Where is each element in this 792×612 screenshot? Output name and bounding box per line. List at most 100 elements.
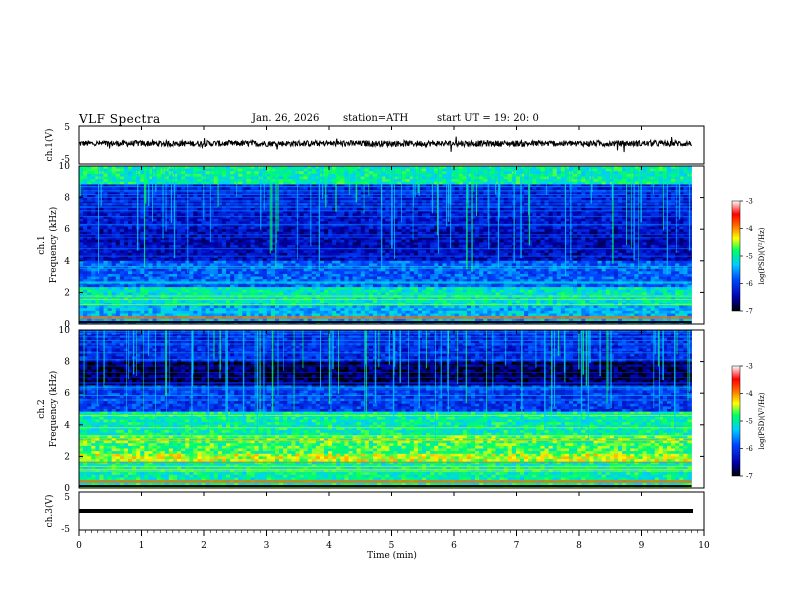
spectrogram-cell bbox=[552, 171, 558, 175]
spectrogram-cell bbox=[356, 239, 362, 243]
spectrogram-cell bbox=[593, 213, 598, 217]
spectrogram-cell bbox=[556, 181, 562, 185]
spectrogram-cell bbox=[189, 213, 194, 217]
spectrogram-cell bbox=[601, 239, 607, 243]
spectrogram-cell bbox=[254, 213, 260, 217]
spectrogram-cell bbox=[605, 187, 611, 191]
spectrogram-cell bbox=[189, 245, 194, 249]
spectrogram-cell bbox=[671, 245, 676, 249]
spectrogram-cell bbox=[377, 171, 382, 175]
spectrogram-cell bbox=[373, 221, 378, 225]
spectrogram-cell bbox=[368, 179, 374, 183]
spectrogram-cell bbox=[401, 181, 407, 185]
spectrogram-cell bbox=[528, 250, 533, 254]
spectrogram-cell bbox=[123, 197, 129, 201]
spectrogram-cell bbox=[328, 245, 333, 249]
spectrogram-cell bbox=[128, 218, 133, 222]
spectrogram-cell bbox=[405, 181, 411, 185]
spectrogram-cell bbox=[646, 173, 652, 177]
spectrogram-cell bbox=[601, 168, 607, 172]
spectrogram-cell bbox=[597, 226, 603, 230]
spectrogram-cell bbox=[111, 252, 117, 256]
spectrogram-cell bbox=[193, 221, 198, 225]
spectrogram-cell bbox=[254, 187, 260, 191]
spectrogram-cell bbox=[324, 218, 329, 222]
spectrogram-cell bbox=[646, 192, 652, 196]
spectrogram-cell bbox=[287, 176, 292, 180]
spectrogram-cell bbox=[618, 179, 623, 183]
spectrogram-cell bbox=[634, 229, 639, 233]
spectrogram-cell bbox=[287, 192, 292, 196]
spectrogram-cell bbox=[495, 229, 500, 233]
spectrogram-cell bbox=[540, 250, 545, 254]
spectrogram-cell bbox=[675, 192, 680, 196]
spectrogram-cell bbox=[658, 181, 664, 185]
spectrogram-cell bbox=[577, 176, 582, 180]
spectrogram-cell bbox=[671, 221, 676, 225]
spectrogram-cell bbox=[377, 187, 382, 191]
spectrogram-cell bbox=[226, 181, 231, 185]
spectrogram-cell bbox=[671, 173, 676, 177]
spectrogram-cell bbox=[262, 187, 268, 191]
spectrogram-cell bbox=[683, 173, 688, 177]
spectrogram-cell bbox=[213, 252, 219, 256]
spectrogram-cell bbox=[246, 197, 251, 201]
spectrogram-cell bbox=[597, 179, 603, 183]
spectrogram-cell bbox=[238, 181, 243, 185]
spectrogram-cell bbox=[405, 197, 411, 201]
spectrogram-cell bbox=[246, 171, 251, 175]
spectrogram-cell bbox=[405, 226, 411, 230]
spectrogram-cell bbox=[230, 245, 235, 249]
spectrogram-cell bbox=[368, 221, 374, 225]
spectrogram-cell bbox=[279, 179, 284, 183]
spectrogram-cell bbox=[340, 179, 345, 183]
spectrogram-cell bbox=[683, 181, 688, 185]
spectrogram-cell bbox=[507, 197, 513, 201]
spectrogram-cell bbox=[238, 187, 243, 191]
spectrogram-cell bbox=[540, 242, 545, 246]
spectrogram-cell bbox=[642, 242, 647, 246]
spectrogram-cell bbox=[532, 197, 537, 201]
spectrogram-cell bbox=[409, 229, 415, 233]
spectrogram-cell bbox=[238, 173, 243, 177]
spectrogram-cell bbox=[454, 213, 460, 217]
spectrogram-cell bbox=[548, 176, 554, 180]
spectrogram-cell bbox=[675, 187, 680, 191]
spectrogram-cell bbox=[111, 187, 117, 191]
spectrogram-cell bbox=[634, 192, 639, 196]
spectrogram-cell bbox=[613, 242, 619, 246]
spectrogram-cell bbox=[262, 176, 268, 180]
spectrogram-cell bbox=[618, 221, 623, 225]
spectrogram-cell bbox=[168, 239, 174, 243]
spectrogram-cell bbox=[593, 173, 598, 177]
spectrogram-cell bbox=[87, 252, 92, 256]
spectrogram-cell bbox=[646, 218, 652, 222]
spectrogram-cell bbox=[242, 171, 247, 175]
spectrogram-cell bbox=[205, 192, 211, 196]
spectrogram-cell bbox=[360, 179, 366, 183]
spectrogram-cell bbox=[299, 171, 304, 175]
spectrogram-cell bbox=[352, 218, 358, 222]
spectrogram-cell bbox=[577, 173, 582, 177]
spectrogram-cell bbox=[291, 239, 296, 243]
spectrogram-cell bbox=[479, 239, 484, 243]
spectrogram-cell bbox=[242, 181, 247, 185]
spectrogram-cell bbox=[324, 245, 329, 249]
spectrogram-cell bbox=[426, 213, 431, 217]
spectrogram-cell bbox=[344, 239, 349, 243]
spectrogram-cell bbox=[491, 229, 496, 233]
spectrogram-cell bbox=[136, 181, 141, 185]
spectrogram-cell bbox=[491, 226, 496, 230]
spectrogram-cell bbox=[205, 171, 211, 175]
spectrogram-cell bbox=[515, 221, 521, 225]
spectrogram-cell bbox=[573, 242, 578, 246]
spectrogram-cell bbox=[401, 173, 407, 177]
spectrogram-cell bbox=[413, 213, 419, 217]
spectrogram-cell bbox=[573, 213, 578, 217]
spectrogram-cell bbox=[654, 229, 660, 233]
spectrogram-cell bbox=[524, 176, 529, 180]
spectrogram-cell bbox=[646, 221, 652, 225]
spectrogram-cell bbox=[626, 245, 631, 249]
spectrogram-cell bbox=[405, 192, 411, 196]
spectrogram-cell bbox=[613, 176, 619, 180]
